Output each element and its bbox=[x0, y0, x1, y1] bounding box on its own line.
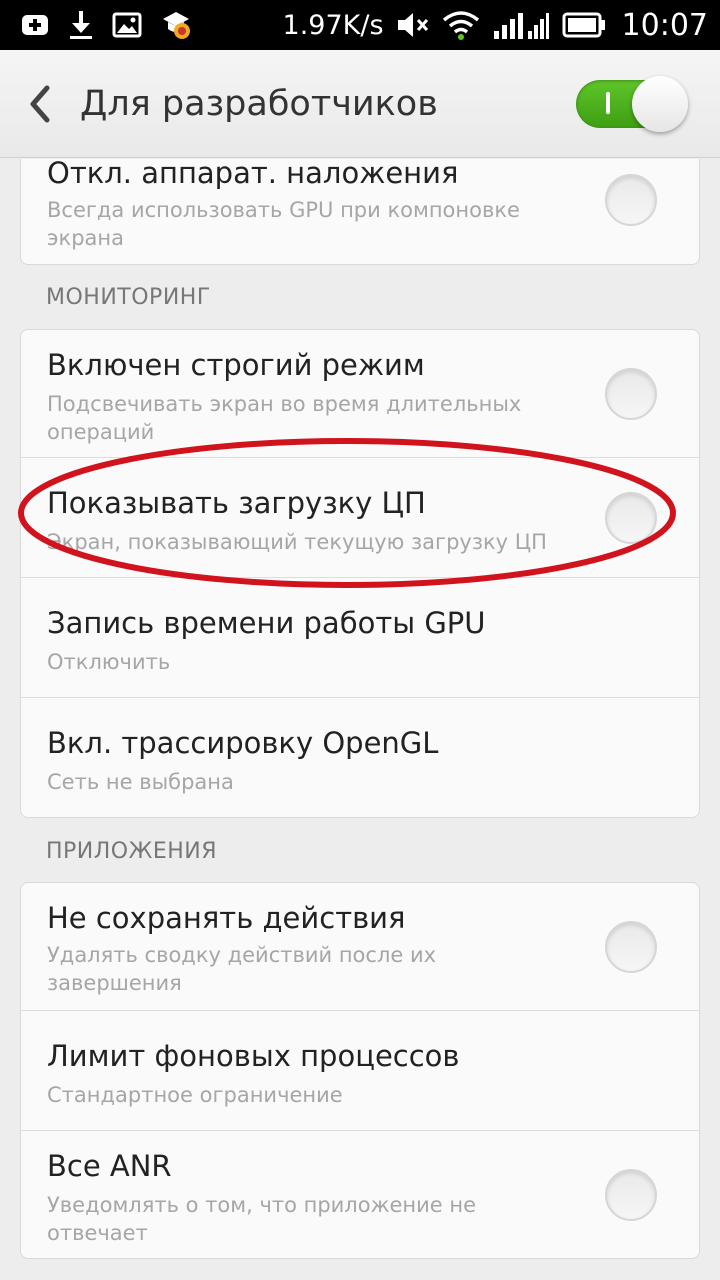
action-bar: Для разработчиков bbox=[0, 50, 720, 158]
setting-opengl-traces[interactable]: Вкл. трассировку OpenGL Сеть не выбрана bbox=[21, 698, 699, 817]
settings-card-monitoring: Включен строгий режим Подсвечивать экран… bbox=[20, 329, 700, 818]
setting-title: Показывать загрузку ЦП bbox=[47, 486, 426, 520]
setting-title: Все ANR bbox=[47, 1149, 172, 1183]
settings-list[interactable]: Откл. аппарат. наложения Всегда использо… bbox=[0, 159, 720, 1280]
setting-title: Включен строгий режим bbox=[47, 348, 425, 382]
setting-title: Лимит фоновых процессов bbox=[47, 1039, 460, 1073]
back-arrow-icon bbox=[30, 85, 50, 122]
setting-checkbox[interactable] bbox=[605, 368, 657, 420]
section-header-applications: ПРИЛОЖЕНИЯ bbox=[46, 839, 218, 864]
signal-icon bbox=[492, 9, 550, 41]
setting-title: Не сохранять действия bbox=[47, 901, 406, 935]
back-button[interactable] bbox=[0, 50, 80, 158]
setting-dont-keep-activities[interactable]: Не сохранять действия Удалять сводку дей… bbox=[21, 883, 699, 1011]
setting-checkbox[interactable] bbox=[605, 1169, 657, 1221]
status-bar-right: 1.97K/s 10:07 bbox=[283, 8, 708, 43]
setting-title: Откл. аппарат. наложения bbox=[47, 159, 459, 190]
setting-show-all-anrs[interactable]: Все ANR Уведомлять о том, что приложение… bbox=[21, 1131, 699, 1258]
setting-background-process-limit[interactable]: Лимит фоновых процессов Стандартное огра… bbox=[21, 1011, 699, 1131]
wifi-icon bbox=[442, 9, 480, 41]
setting-subtitle: Удалять сводку действий после их заверше… bbox=[47, 943, 437, 995]
section-header-monitoring: МОНИТОРИНГ bbox=[46, 285, 211, 310]
battery-icon bbox=[562, 12, 606, 38]
download-icon bbox=[68, 9, 94, 41]
setting-show-cpu-usage[interactable]: Показывать загрузку ЦП Экран, показывающ… bbox=[21, 458, 699, 578]
mute-icon bbox=[396, 10, 430, 40]
status-bar: 1.97K/s 10:07 bbox=[0, 0, 720, 50]
setting-subtitle: Всегда использовать GPU при компоновке э… bbox=[47, 198, 520, 250]
setting-title: Запись времени работы GPU bbox=[47, 606, 486, 640]
setting-checkbox[interactable] bbox=[605, 174, 657, 226]
setting-checkbox[interactable] bbox=[605, 921, 657, 973]
setting-subtitle: Сеть не выбрана bbox=[47, 770, 234, 794]
network-speed: 1.97K/s bbox=[282, 9, 384, 41]
setting-subtitle: Экран, показывающий текущую загрузку ЦП bbox=[47, 530, 547, 554]
setting-subtitle: Отключить bbox=[47, 650, 171, 674]
setting-checkbox[interactable] bbox=[605, 492, 657, 544]
setting-strict-mode[interactable]: Включен строгий режим Подсвечивать экран… bbox=[21, 330, 699, 458]
setting-gpu-profile[interactable]: Запись времени работы GPU Отключить bbox=[21, 578, 699, 698]
status-bar-left bbox=[20, 9, 192, 41]
clock: 10:07 bbox=[621, 7, 708, 43]
toggle-on-mark bbox=[606, 92, 610, 114]
add-notification-icon bbox=[20, 10, 50, 40]
settings-card-applications: Не сохранять действия Удалять сводку дей… bbox=[20, 882, 700, 1259]
toggle-knob bbox=[632, 76, 688, 132]
settings-card-top: Откл. аппарат. наложения Всегда использо… bbox=[20, 159, 700, 265]
setting-title: Вкл. трассировку OpenGL bbox=[47, 726, 439, 760]
setting-hw-overlays[interactable]: Откл. аппарат. наложения Всегда использо… bbox=[21, 159, 699, 264]
app-badge-icon bbox=[160, 9, 192, 41]
setting-subtitle: Уведомлять о том, что приложение не отве… bbox=[47, 1193, 477, 1245]
developer-options-toggle[interactable] bbox=[576, 76, 688, 132]
setting-subtitle: Подсвечивать экран во время длительных о… bbox=[47, 392, 522, 444]
image-icon bbox=[112, 12, 142, 38]
setting-subtitle: Стандартное ограничение bbox=[47, 1083, 343, 1107]
